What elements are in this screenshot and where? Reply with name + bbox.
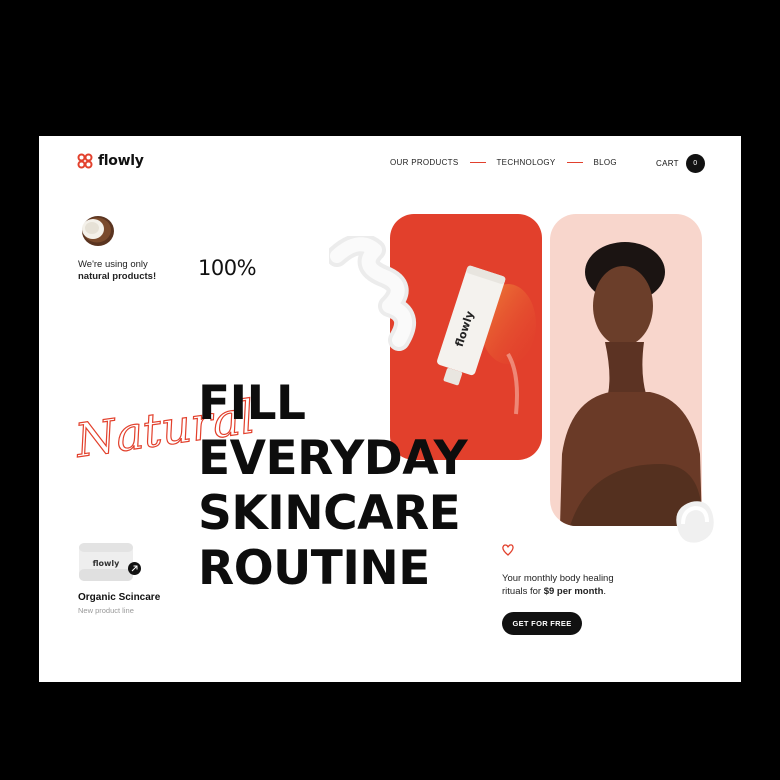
main-nav: OUR PRODUCTS TECHNOLOGY BLOG xyxy=(390,158,617,167)
logo-text: flowly xyxy=(98,153,144,169)
offer-suffix: . xyxy=(603,586,607,597)
natural-line-2: natural products! xyxy=(78,271,157,282)
product-title[interactable]: Organic Scincare xyxy=(78,592,160,603)
model-portrait-card xyxy=(550,214,702,526)
headline-line-3: SKINCARE xyxy=(198,486,461,541)
cart-button[interactable]: CART 0 xyxy=(656,154,705,173)
headline-line-2: EVERYDAY xyxy=(198,431,468,486)
nav-our-products[interactable]: OUR PRODUCTS xyxy=(390,158,459,167)
heart-icon xyxy=(502,544,514,556)
logo[interactable]: flowly xyxy=(77,153,144,169)
nav-divider xyxy=(469,161,486,164)
svg-text:flowly: flowly xyxy=(93,559,121,568)
offer-text: Your monthly body healing rituals for $9… xyxy=(502,572,614,598)
nav-blog[interactable]: BLOG xyxy=(594,158,617,167)
headline-line-1: FILL xyxy=(198,376,306,431)
cart-count-badge: 0 xyxy=(685,154,705,173)
offer-line-1: Your monthly body healing xyxy=(502,573,614,584)
offer-prefix: rituals for xyxy=(502,586,544,597)
headline-line-4: ROUTINE xyxy=(198,541,430,596)
landing-page: flowly OUR PRODUCTS TECHNOLOGY BLOG CART… xyxy=(39,136,741,682)
offer-price: $9 per month xyxy=(543,586,604,597)
product-subtitle: New product line xyxy=(78,606,134,615)
logo-icon xyxy=(77,153,93,169)
model-portrait-image xyxy=(560,242,702,526)
skincare-jar-image[interactable]: flowly xyxy=(78,541,134,583)
natural-line-1: We're using only xyxy=(78,259,148,270)
percent-value: 100% xyxy=(198,256,257,280)
cream-blob-image xyxy=(676,501,714,543)
nav-technology[interactable]: TECHNOLOGY xyxy=(497,158,556,167)
cart-label: CART xyxy=(656,159,679,168)
offer-line-2: rituals for $9 per month. xyxy=(502,585,614,598)
cream-swirl-image xyxy=(329,236,417,351)
nav-divider xyxy=(566,161,583,164)
arrow-up-right-icon[interactable] xyxy=(128,562,141,575)
coconut-icon xyxy=(82,216,114,246)
hero-headline: FILL EVERYDAY SKINCARE ROUTINE xyxy=(198,376,468,596)
get-for-free-button[interactable]: GET FOR FREE xyxy=(502,612,582,635)
natural-products-text: We're using only natural products! xyxy=(78,259,156,283)
